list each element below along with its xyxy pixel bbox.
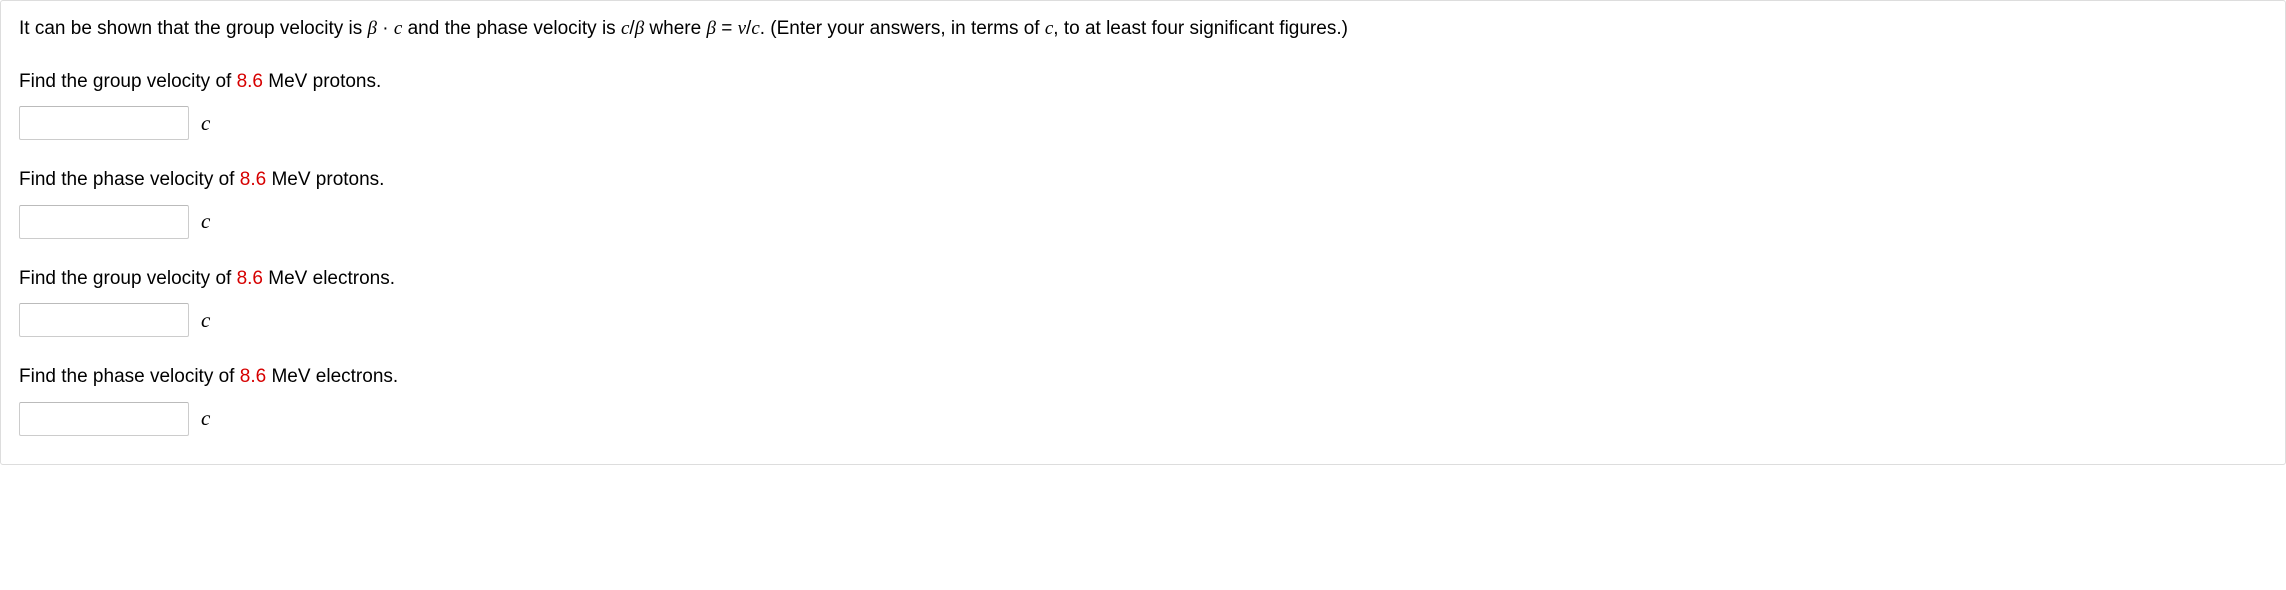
- intro-part: where: [644, 18, 706, 39]
- intro-part: =: [716, 18, 738, 39]
- answer-row: c: [19, 303, 2267, 337]
- v-symbol: v: [738, 18, 746, 39]
- question-post: MeV protons.: [263, 71, 381, 92]
- question-value: 8.6: [240, 366, 266, 387]
- intro-part: ·: [377, 18, 394, 39]
- answer-row: c: [19, 106, 2267, 140]
- question-pre: Find the group velocity of: [19, 71, 237, 92]
- question-text: Find the group velocity of 8.6 MeV proto…: [19, 68, 2267, 97]
- intro-part: . (Enter your answers, in terms of: [760, 18, 1045, 39]
- beta-symbol: β: [706, 18, 715, 39]
- question-container: It can be shown that the group velocity …: [0, 0, 2286, 465]
- question-pre: Find the group velocity of: [19, 268, 237, 289]
- beta-symbol: β: [368, 18, 377, 39]
- intro-part: , to at least four significant figures.): [1053, 18, 1348, 39]
- question-pre: Find the phase velocity of: [19, 366, 240, 387]
- answer-row: c: [19, 402, 2267, 436]
- question-text: Find the phase velocity of 8.6 MeV proto…: [19, 166, 2267, 195]
- question-block-1: Find the group velocity of 8.6 MeV proto…: [19, 68, 2267, 141]
- question-pre: Find the phase velocity of: [19, 169, 240, 190]
- unit-label: c: [201, 308, 210, 333]
- answer-row: c: [19, 205, 2267, 239]
- unit-label: c: [201, 406, 210, 431]
- question-post: MeV protons.: [266, 169, 384, 190]
- beta-symbol: β: [635, 18, 644, 39]
- question-text: Find the group velocity of 8.6 MeV elect…: [19, 265, 2267, 294]
- intro-part: It can be shown that the group velocity …: [19, 18, 368, 39]
- unit-label: c: [201, 111, 210, 136]
- unit-label: c: [201, 209, 210, 234]
- question-block-2: Find the phase velocity of 8.6 MeV proto…: [19, 166, 2267, 239]
- question-value: 8.6: [237, 268, 263, 289]
- question-value: 8.6: [237, 71, 263, 92]
- question-block-3: Find the group velocity of 8.6 MeV elect…: [19, 265, 2267, 338]
- question-value: 8.6: [240, 169, 266, 190]
- intro-text: It can be shown that the group velocity …: [19, 15, 2267, 44]
- question-block-4: Find the phase velocity of 8.6 MeV elect…: [19, 363, 2267, 436]
- question-post: MeV electrons.: [263, 268, 395, 289]
- question-post: MeV electrons.: [266, 366, 398, 387]
- answer-input-group-protons[interactable]: [19, 106, 189, 140]
- intro-part: and the phase velocity is: [402, 18, 621, 39]
- answer-input-group-electrons[interactable]: [19, 303, 189, 337]
- c-symbol: c: [751, 18, 759, 39]
- question-text: Find the phase velocity of 8.6 MeV elect…: [19, 363, 2267, 392]
- answer-input-phase-electrons[interactable]: [19, 402, 189, 436]
- answer-input-phase-protons[interactable]: [19, 205, 189, 239]
